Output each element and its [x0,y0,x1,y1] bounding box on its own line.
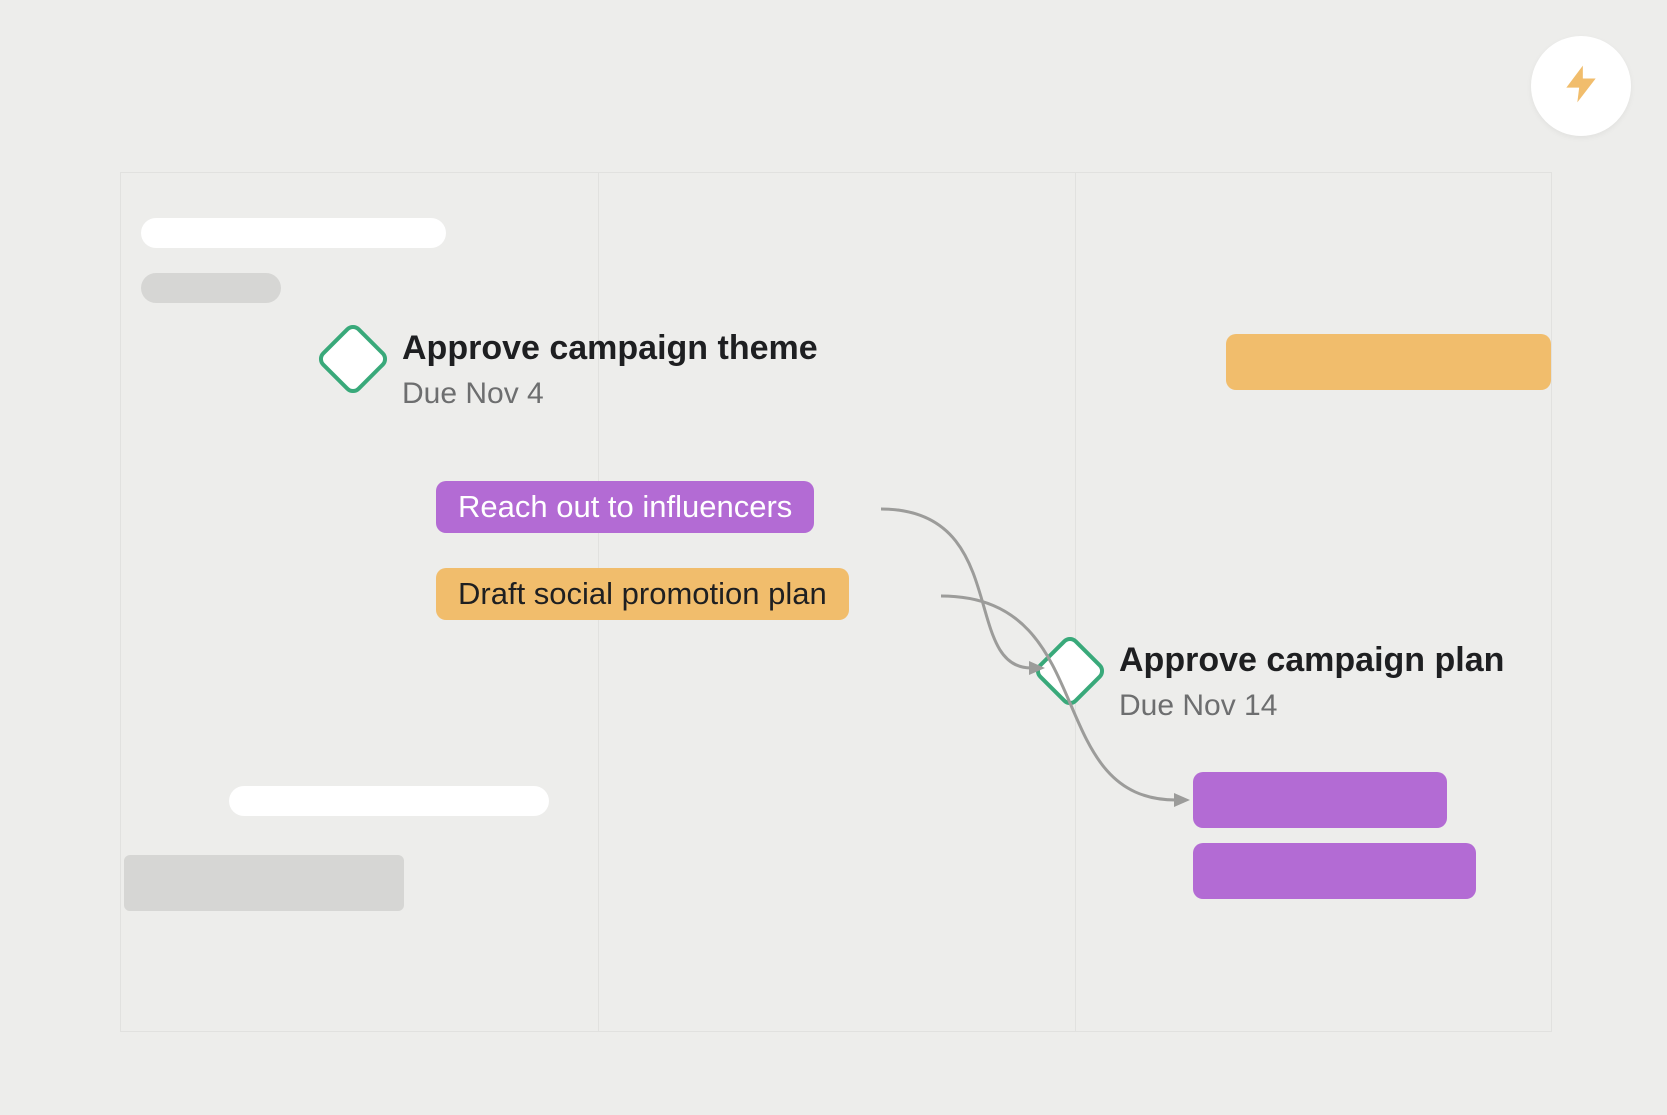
milestone-due: Due Nov 4 [402,377,818,411]
task-reach-out-influencers[interactable]: Reach out to influencers [436,481,814,533]
placeholder-bar [124,855,404,911]
timeline-board: Approve campaign theme Due Nov 4 Reach o… [120,172,1552,1032]
placeholder-bar [229,786,549,816]
task-label: Draft social promotion plan [458,576,827,611]
placeholder-bar [141,273,281,303]
milestone-diamond-icon [1032,633,1108,709]
milestone-diamond-icon [315,321,391,397]
task-bar[interactable] [1193,772,1447,828]
column-divider [1075,173,1076,1031]
task-draft-social-promotion[interactable]: Draft social promotion plan [436,568,849,620]
placeholder-bar [141,218,446,248]
milestone-title: Approve campaign theme [402,328,818,369]
task-label: Reach out to influencers [458,489,792,524]
milestone-approve-campaign-plan[interactable]: Approve campaign plan Due Nov 14 [1043,640,1504,723]
milestone-approve-campaign-theme[interactable]: Approve campaign theme Due Nov 4 [326,328,818,411]
bolt-icon [1559,62,1603,111]
milestone-title: Approve campaign plan [1119,640,1504,681]
milestone-due: Due Nov 14 [1119,689,1504,723]
automation-fab[interactable] [1531,36,1631,136]
task-bar[interactable] [1226,334,1551,390]
task-bar[interactable] [1193,843,1476,899]
